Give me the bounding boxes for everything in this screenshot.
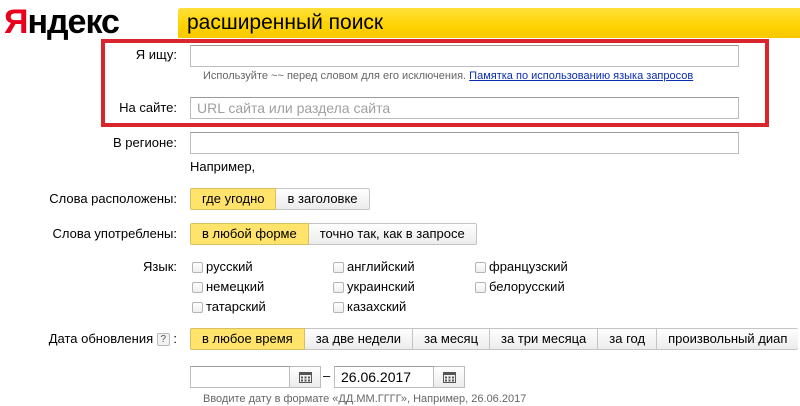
date-three-months-button[interactable]: за три месяца	[490, 328, 599, 350]
date-to-control	[334, 366, 465, 388]
date-dash: –	[323, 368, 331, 383]
region-label: В регионе:	[113, 135, 177, 150]
checkbox-box	[192, 261, 203, 273]
language-german-checkbox[interactable]: немецкий	[192, 279, 264, 295]
language-ukrainian-checkbox[interactable]: украинский	[333, 279, 415, 295]
date-month-button[interactable]: за месяц	[413, 328, 491, 350]
word-position-anywhere-button[interactable]: где угодно	[190, 188, 277, 210]
calendar-from-button[interactable]	[290, 366, 321, 388]
word-position-label: Слова расположены:	[49, 191, 177, 206]
checkbox-box	[192, 301, 203, 313]
date-to-input[interactable]	[334, 366, 434, 388]
region-example: Например,	[190, 159, 256, 174]
checkbox-box	[475, 261, 486, 273]
checkbox-box	[192, 281, 203, 293]
date-two-weeks-button[interactable]: за две недели	[304, 328, 414, 350]
language-french-checkbox[interactable]: французский	[475, 259, 568, 275]
word-form-group: в любой форме точно так, как в запросе	[190, 223, 477, 245]
checkbox-box	[333, 301, 344, 313]
date-from-input[interactable]	[190, 366, 290, 388]
date-from-control	[190, 366, 321, 388]
region-input[interactable]	[190, 132, 739, 154]
word-position-group: где угодно в заголовке	[190, 188, 370, 210]
word-form-exact-button[interactable]: точно так, как в запросе	[308, 223, 477, 245]
language-tatar-checkbox[interactable]: татарский	[192, 299, 266, 315]
highlight-frame	[101, 39, 769, 127]
calendar-icon	[442, 371, 456, 383]
help-icon[interactable]: ?	[156, 333, 170, 346]
checkbox-box	[333, 281, 344, 293]
language-kazakh-checkbox[interactable]: казахский	[333, 299, 406, 315]
calendar-to-button[interactable]	[434, 366, 465, 388]
date-year-button[interactable]: за год	[598, 328, 658, 350]
checkbox-box	[333, 261, 344, 273]
date-format-hint: Вводите дату в формате «ДД.ММ.ГГГГ», Нап…	[203, 393, 527, 405]
language-belarusian-checkbox[interactable]: белорусский	[475, 279, 565, 295]
checkbox-box	[475, 281, 486, 293]
language-label: Язык:	[143, 259, 177, 274]
calendar-icon	[298, 371, 312, 383]
page-title: расширенный поиск	[187, 11, 384, 34]
date-range-group: в любое время за две недели за месяц за …	[190, 328, 799, 350]
yandex-logo[interactable]: Яндекс	[4, 2, 120, 42]
date-custom-range-button[interactable]: произвольный диап	[657, 328, 799, 350]
word-position-title-button[interactable]: в заголовке	[276, 188, 370, 210]
language-english-checkbox[interactable]: английский	[333, 259, 415, 275]
date-colon: :	[173, 331, 177, 346]
word-form-any-button[interactable]: в любой форме	[190, 223, 309, 245]
word-form-label: Слова употреблены:	[52, 226, 177, 241]
date-any-time-button[interactable]: в любое время	[190, 328, 305, 350]
language-russian-checkbox[interactable]: русский	[192, 259, 253, 275]
date-label-row: Дата обновления ? :	[2, 331, 177, 347]
date-label: Дата обновления	[48, 331, 154, 346]
